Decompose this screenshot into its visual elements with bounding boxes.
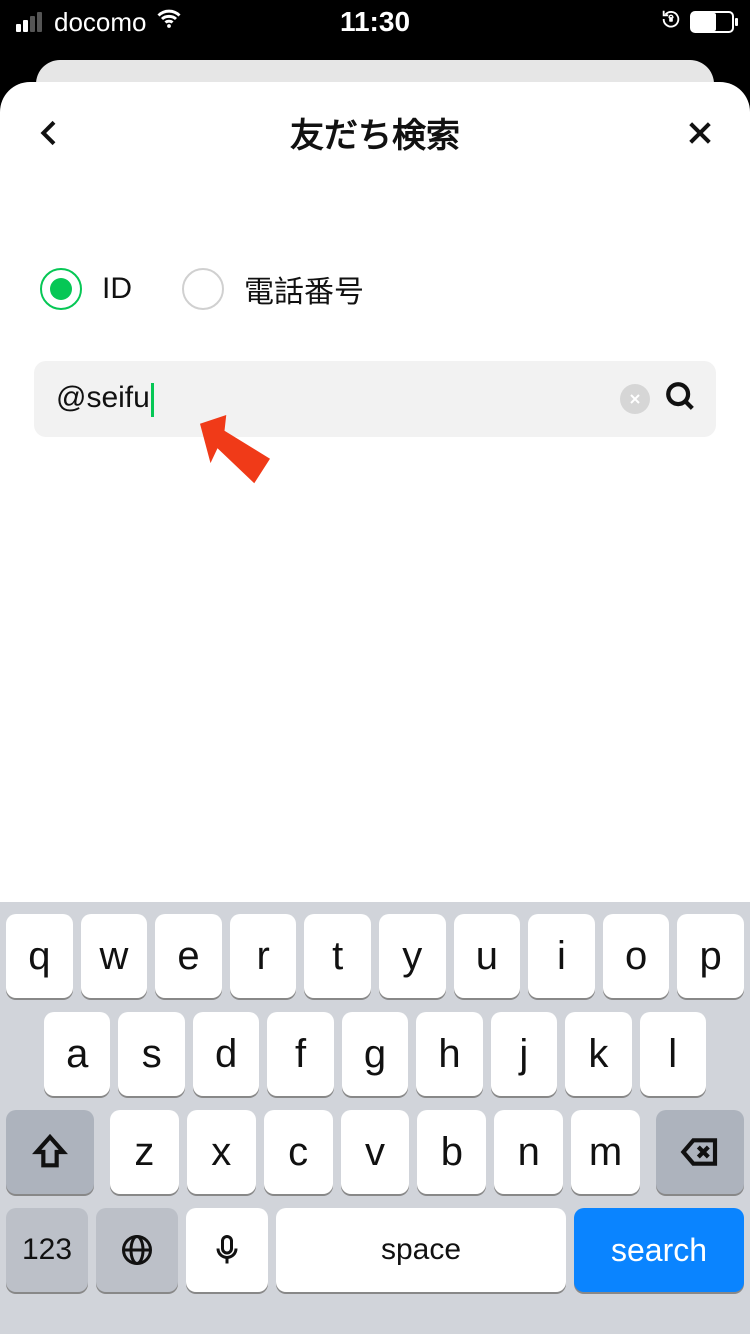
key-v[interactable]: v	[341, 1110, 410, 1194]
key-l[interactable]: l	[640, 1012, 706, 1096]
backspace-key[interactable]	[656, 1110, 744, 1194]
battery-icon	[690, 11, 734, 33]
search-key[interactable]: search	[574, 1208, 744, 1292]
key-w[interactable]: w	[81, 914, 148, 998]
status-right	[660, 8, 734, 37]
search-type-row: ID 電話番号	[0, 177, 750, 351]
globe-key[interactable]	[96, 1208, 178, 1292]
back-button[interactable]	[30, 113, 70, 153]
keyboard-row-3: zxcvbnm	[6, 1110, 744, 1194]
sheet-header: 友だち検索	[0, 82, 750, 177]
key-b[interactable]: b	[417, 1110, 486, 1194]
space-key[interactable]: space	[276, 1208, 566, 1292]
search-field[interactable]: @seifu	[34, 361, 716, 437]
key-u[interactable]: u	[454, 914, 521, 998]
orientation-lock-icon	[660, 8, 682, 37]
radio-icon	[182, 268, 224, 310]
keyboard-row-4: 123 space search	[6, 1208, 744, 1292]
key-n[interactable]: n	[494, 1110, 563, 1194]
radio-phone-label: 電話番号	[244, 267, 364, 311]
key-x[interactable]: x	[187, 1110, 256, 1194]
soft-keyboard: qwertyuiop asdfghjkl zxcvbnm 123 space s…	[0, 902, 750, 1334]
radio-icon	[40, 268, 82, 310]
key-h[interactable]: h	[416, 1012, 482, 1096]
numbers-key[interactable]: 123	[6, 1208, 88, 1292]
annotation-arrow-icon	[190, 415, 280, 485]
key-r[interactable]: r	[230, 914, 297, 998]
page-title: 友だち検索	[70, 108, 680, 157]
key-f[interactable]: f	[267, 1012, 333, 1096]
key-c[interactable]: c	[264, 1110, 333, 1194]
keyboard-row-1: qwertyuiop	[6, 914, 744, 998]
key-z[interactable]: z	[110, 1110, 179, 1194]
key-s[interactable]: s	[118, 1012, 184, 1096]
text-caret	[151, 383, 154, 417]
close-button[interactable]	[680, 113, 720, 153]
key-p[interactable]: p	[677, 914, 744, 998]
radio-id[interactable]: ID	[40, 268, 132, 310]
status-time: 11:30	[0, 6, 750, 38]
shift-key[interactable]	[6, 1110, 94, 1194]
key-t[interactable]: t	[304, 914, 371, 998]
dictation-key[interactable]	[186, 1208, 268, 1292]
key-y[interactable]: y	[379, 914, 446, 998]
key-a[interactable]: a	[44, 1012, 110, 1096]
keyboard-row-2: asdfghjkl	[6, 1012, 744, 1096]
key-o[interactable]: o	[603, 914, 670, 998]
radio-id-label: ID	[102, 272, 132, 306]
key-g[interactable]: g	[342, 1012, 408, 1096]
key-q[interactable]: q	[6, 914, 73, 998]
key-j[interactable]: j	[491, 1012, 557, 1096]
clear-button[interactable]	[620, 384, 650, 414]
status-bar: docomo 11:30	[0, 0, 750, 44]
key-k[interactable]: k	[565, 1012, 631, 1096]
search-input[interactable]: @seifu	[56, 381, 606, 416]
radio-phone[interactable]: 電話番号	[182, 267, 364, 311]
key-m[interactable]: m	[571, 1110, 640, 1194]
key-d[interactable]: d	[193, 1012, 259, 1096]
key-e[interactable]: e	[155, 914, 222, 998]
search-icon[interactable]	[664, 380, 698, 419]
key-i[interactable]: i	[528, 914, 595, 998]
